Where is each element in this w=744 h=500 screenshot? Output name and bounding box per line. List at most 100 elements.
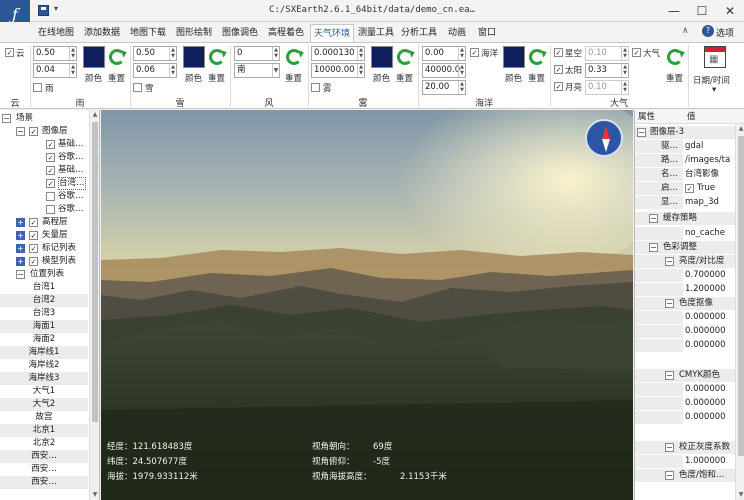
collapse-icon[interactable]: − <box>2 114 11 123</box>
close-button[interactable]: ✕ <box>716 0 744 22</box>
compass-icon[interactable] <box>585 119 623 157</box>
starfield-spinner[interactable]: 0.10 ▲ ▼ <box>585 46 629 61</box>
property-value[interactable]: 0.000000 <box>685 325 726 338</box>
rain-size-spinner[interactable]: 0.04 ▲ ▼ <box>33 63 77 78</box>
layer-checkbox[interactable] <box>46 166 55 175</box>
spinner-arrows-icon[interactable]: ▲ ▼ <box>272 47 279 60</box>
starfield-checkbox[interactable] <box>554 48 563 57</box>
layer-checkbox[interactable] <box>46 140 55 149</box>
property-row[interactable]: 路…/images/ta <box>635 154 739 167</box>
collapse-icon[interactable]: − <box>649 214 658 223</box>
property-value[interactable]: 0.000000 <box>685 311 726 324</box>
spinner-arrows-icon[interactable]: ▲ ▼ <box>357 47 364 60</box>
spinner-arrows-icon[interactable]: ▲ ▼ <box>69 47 76 60</box>
location-item[interactable]: 西安… <box>0 463 88 476</box>
property-value[interactable]: 1.200000 <box>685 283 726 296</box>
property-value-row[interactable]: 0.000000 <box>635 383 739 396</box>
property-value-row[interactable]: 0.000000 <box>635 339 739 352</box>
ocean-reset-icon[interactable] <box>529 49 545 65</box>
scroll-up-icon[interactable]: ▲ <box>90 110 99 120</box>
property-value[interactable]: /images/ta <box>685 154 739 167</box>
ocean-color-swatch[interactable] <box>503 46 525 68</box>
spinner-arrows-icon[interactable]: ▲ ▼ <box>169 64 176 77</box>
property-value-row[interactable]: 0.700000 <box>635 269 739 282</box>
rain-reset-label[interactable]: 重置 <box>108 72 125 84</box>
collapse-icon[interactable]: − <box>665 299 674 308</box>
property-scrollbar[interactable]: ▲ ▼ <box>735 124 744 500</box>
collapse-ribbon-icon[interactable]: ∧ <box>682 26 689 36</box>
fog-reset-icon[interactable] <box>397 49 413 65</box>
location-item[interactable]: 故宫 <box>0 411 88 424</box>
layer-checkbox[interactable] <box>46 192 55 201</box>
property-category[interactable]: − 缓存策略 <box>635 212 739 225</box>
property-category[interactable]: − 校正灰度系数 <box>635 441 739 454</box>
location-item[interactable]: 海面1 <box>0 320 88 333</box>
rain-color-swatch[interactable] <box>83 46 105 68</box>
location-item[interactable]: 西安… <box>0 476 88 489</box>
scroll-down-icon[interactable]: ▼ <box>90 490 99 500</box>
snow-intensity-spinner[interactable]: 0.50 ▲ ▼ <box>133 46 177 61</box>
property-value[interactable]: gdal <box>685 140 739 153</box>
calendar-icon[interactable]: ▦ <box>704 46 726 68</box>
sun-checkbox[interactable] <box>554 65 563 74</box>
property-row[interactable]: 启… True <box>635 182 739 195</box>
location-item[interactable]: 北京2 <box>0 437 88 450</box>
collapse-icon[interactable]: − <box>665 371 674 380</box>
spinner-arrows-icon[interactable]: ▲ ▼ <box>621 47 628 60</box>
cloud-checkbox[interactable] <box>5 48 14 57</box>
location-item[interactable]: 海岸线3 <box>0 372 88 385</box>
layer-checkbox[interactable] <box>46 179 55 188</box>
snow-reset-label[interactable]: 重置 <box>208 72 225 84</box>
moon-spinner[interactable]: 0.10 ▲ ▼ <box>585 80 629 95</box>
fog-reset-label[interactable]: 重置 <box>396 72 413 84</box>
tab-animation[interactable]: 动画 <box>442 24 472 42</box>
property-value-row[interactable]: 0.000000 <box>635 397 739 410</box>
location-item[interactable]: 海面2 <box>0 333 88 346</box>
tab-drawing[interactable]: 图形绘制 <box>172 24 216 42</box>
ocean-param1-spinner[interactable]: 0.00 ▲ ▼ <box>422 46 466 61</box>
ocean-checkbox[interactable] <box>470 48 479 57</box>
chevron-down-icon[interactable]: ▼ <box>272 64 279 77</box>
tab-measure[interactable]: 测量工具 <box>356 24 396 42</box>
spinner-arrows-icon[interactable]: ▲ ▼ <box>169 47 176 60</box>
location-item[interactable]: 台湾1 <box>0 281 88 294</box>
ocean-param2-spinner[interactable]: 40000.0 ▲ ▼ <box>422 63 466 78</box>
property-value-row[interactable]: 0.000000 <box>635 411 739 424</box>
property-row[interactable]: 驱… gdal <box>635 140 739 153</box>
expand-icon[interactable]: + <box>16 231 25 240</box>
collapse-icon[interactable]: − <box>665 443 674 452</box>
location-item[interactable]: 台湾2 <box>0 294 88 307</box>
snow-checkbox[interactable] <box>133 83 142 92</box>
collapse-icon[interactable]: − <box>665 471 674 480</box>
property-value[interactable]: 0.000000 <box>685 339 726 352</box>
collapse-icon[interactable]: − <box>16 270 25 279</box>
spinner-arrows-icon[interactable]: ▲ ▼ <box>69 64 76 77</box>
expand-icon[interactable]: + <box>16 244 25 253</box>
options-button[interactable]: 选项 <box>716 26 734 39</box>
property-value[interactable]: 1.000000 <box>685 455 726 468</box>
location-item[interactable]: 大气1 <box>0 385 88 398</box>
rain-checkbox[interactable] <box>33 83 42 92</box>
layer-checkbox[interactable] <box>29 218 38 227</box>
layer-checkbox[interactable] <box>46 205 55 214</box>
moon-checkbox[interactable] <box>554 82 563 91</box>
scroll-up-icon[interactable]: ▲ <box>736 124 744 134</box>
layer-checkbox[interactable] <box>29 231 38 240</box>
ocean-reset-label[interactable]: 重置 <box>528 72 545 84</box>
property-value[interactable]: 0.000000 <box>685 411 726 424</box>
fog-color-swatch[interactable] <box>371 46 393 68</box>
location-item[interactable]: 北京1 <box>0 424 88 437</box>
location-item[interactable]: 西安… <box>0 450 88 463</box>
property-value-row[interactable]: 0.000000 <box>635 325 739 338</box>
fog-density-spinner[interactable]: 0.000130 ▲ ▼ <box>311 46 365 61</box>
help-icon[interactable]: ? <box>702 25 714 37</box>
expand-icon[interactable]: + <box>16 218 25 227</box>
maximize-button[interactable]: ☐ <box>688 0 716 22</box>
scroll-down-icon[interactable]: ▼ <box>736 490 744 500</box>
spinner-arrows-icon[interactable]: ▲ ▼ <box>458 64 465 77</box>
scrollbar-thumb[interactable] <box>92 122 98 422</box>
atmosphere-reset-label[interactable]: 重置 <box>666 72 683 84</box>
atmosphere-reset-icon[interactable] <box>667 49 683 65</box>
location-item[interactable]: 海岸线2 <box>0 359 88 372</box>
tab-online-map[interactable]: 在线地图 <box>36 24 76 42</box>
